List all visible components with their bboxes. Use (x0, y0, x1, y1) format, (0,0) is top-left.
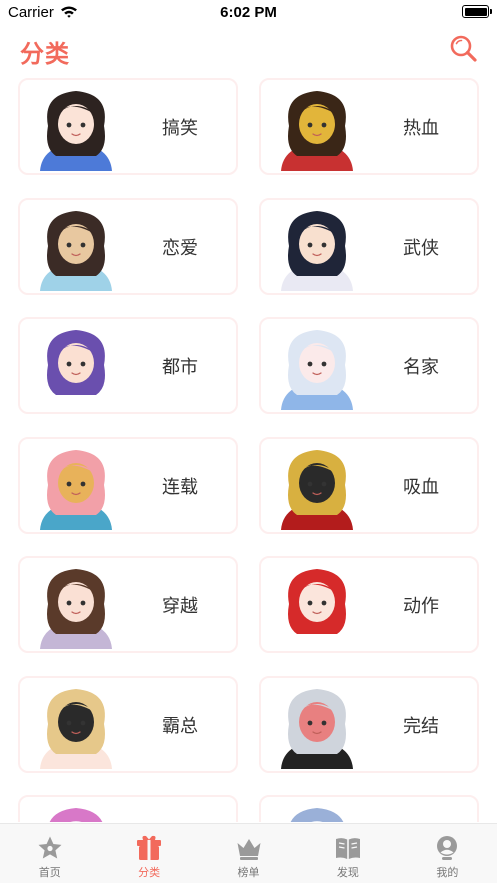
category-label: 热血 (403, 118, 439, 139)
category-label (132, 797, 228, 822)
tab-label: 榜单 (237, 866, 260, 879)
search-icon (450, 35, 477, 62)
search-button[interactable] (449, 34, 479, 64)
tab-category[interactable]: 分类 (99, 824, 198, 883)
category-label: 搞笑 (162, 118, 198, 139)
category-thumbnail (281, 688, 353, 769)
tab-label: 我的 (436, 866, 459, 879)
tab-mine[interactable]: 我的 (398, 824, 497, 883)
category-card[interactable] (259, 795, 479, 822)
tab-label: 分类 (138, 866, 161, 879)
category-thumbnail (290, 808, 344, 822)
category-card[interactable]: 都市 (18, 317, 238, 414)
category-grid: 搞笑 热血恋爱 武侠都市 名家连载 吸血穿越 动作霸总 完结 (18, 78, 480, 822)
category-card[interactable]: 名家 (259, 317, 479, 414)
category-thumbnail (281, 91, 353, 171)
category-card[interactable]: 吸血 (259, 436, 479, 534)
category-label: 名家 (403, 357, 439, 378)
category-thumbnail (40, 91, 112, 171)
nav-bar: 分类 (0, 26, 497, 74)
category-label: 连载 (162, 476, 198, 498)
category-card[interactable]: 武侠 (259, 197, 479, 295)
tab-discover[interactable]: 发现 (298, 824, 397, 883)
category-card[interactable]: 穿越 (18, 556, 238, 653)
clock-time: 6:02 PM (220, 4, 277, 21)
category-label: 吸血 (403, 476, 439, 498)
category-label: 霸总 (162, 715, 198, 737)
category-label (373, 797, 469, 822)
tab-rankings[interactable]: 榜单 (199, 824, 298, 883)
status-bar: Carrier 6:02 PM (0, 0, 497, 26)
category-card[interactable]: 完结 (259, 675, 479, 773)
gift-box-icon (137, 835, 162, 860)
category-card[interactable]: 热血 (259, 78, 479, 175)
category-label: 都市 (162, 357, 198, 378)
category-label: 完结 (403, 715, 439, 737)
category-label: 武侠 (403, 237, 439, 259)
category-thumbnail (40, 569, 112, 649)
person-icon (437, 836, 458, 860)
category-thumbnail (40, 330, 112, 410)
page-title: 分类 (20, 40, 70, 68)
tab-label: 首页 (38, 866, 61, 879)
book-icon (335, 838, 360, 859)
crown-icon (237, 839, 261, 860)
tab-bar: 首页 分类 榜单 发现 我的 (0, 823, 497, 883)
category-card[interactable]: 连载 (18, 436, 238, 534)
category-thumbnail (40, 688, 112, 769)
category-thumbnail (281, 330, 353, 410)
star-icon (38, 836, 62, 859)
category-label: 动作 (403, 596, 439, 617)
tab-home[interactable]: 首页 (0, 824, 99, 883)
battery-icon (462, 5, 492, 18)
category-thumbnail (281, 569, 353, 649)
tab-label: 发现 (336, 866, 359, 879)
category-thumbnail (49, 808, 103, 822)
category-card[interactable]: 霸总 (18, 675, 238, 773)
category-label: 恋爱 (162, 237, 198, 259)
category-thumbnail (281, 449, 353, 530)
category-label: 穿越 (162, 596, 198, 617)
category-card[interactable]: 搞笑 (18, 78, 238, 175)
category-thumbnail (40, 210, 112, 291)
category-thumbnail (281, 210, 353, 291)
category-card[interactable]: 动作 (259, 556, 479, 653)
category-card[interactable] (18, 795, 238, 822)
category-card[interactable]: 恋爱 (18, 197, 238, 295)
category-thumbnail (40, 449, 112, 530)
